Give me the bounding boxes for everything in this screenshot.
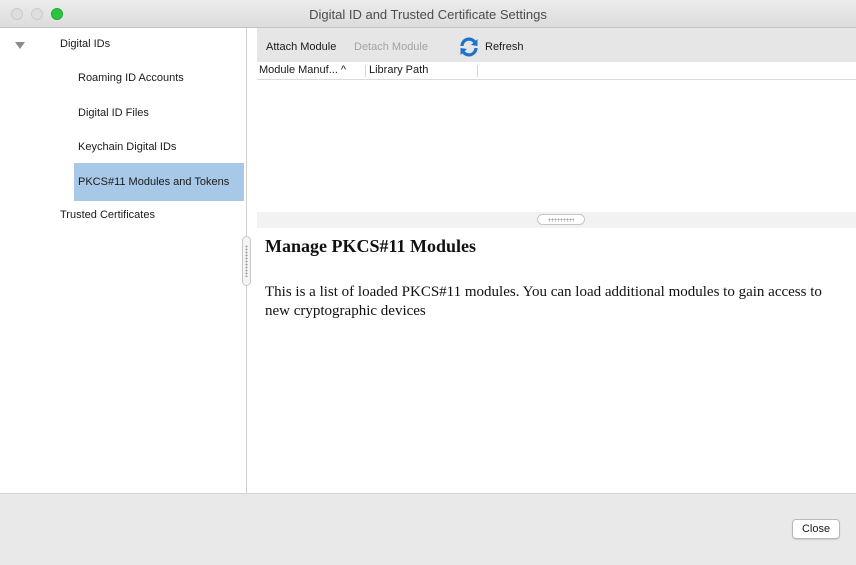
column-divider[interactable]	[477, 65, 478, 77]
disclosure-triangle-icon[interactable]	[15, 42, 25, 49]
split-bar	[257, 212, 856, 228]
sidebar-resize-handle[interactable]	[242, 236, 251, 286]
sidebar: Digital IDs Roaming ID Accounts Digital …	[0, 28, 246, 493]
toolbar: Attach Module Detach Module Refresh	[257, 28, 856, 62]
split-resize-handle[interactable]	[537, 214, 585, 225]
close-button[interactable]: Close	[792, 519, 840, 539]
sidebar-item-roaming-id-accounts[interactable]: Roaming ID Accounts	[78, 72, 184, 84]
refresh-button[interactable]: Refresh	[485, 41, 524, 53]
column-divider[interactable]	[365, 65, 366, 77]
grip-dots-icon	[245, 245, 248, 277]
column-library-path[interactable]: Library Path	[369, 64, 428, 76]
detach-module-button[interactable]: Detach Module	[354, 41, 428, 53]
column-module-manufacturer[interactable]: Module Manuf... ^	[259, 64, 346, 76]
refresh-icon[interactable]	[459, 37, 479, 57]
window-title: Digital ID and Trusted Certificate Setti…	[309, 7, 547, 22]
settings-window: Digital ID and Trusted Certificate Setti…	[0, 0, 856, 565]
description-title: Manage PKCS#11 Modules	[265, 236, 477, 256]
grip-dots-icon	[548, 218, 574, 222]
attach-module-button[interactable]: Attach Module	[266, 41, 336, 53]
modules-list[interactable]	[257, 80, 856, 212]
table-header: Module Manuf... ^ Library Path	[257, 62, 856, 80]
sidebar-item-keychain-digital-ids[interactable]: Keychain Digital IDs	[78, 141, 176, 153]
footer-bar	[0, 493, 856, 565]
sidebar-item-pkcs11-modules[interactable]: PKCS#11 Modules and Tokens	[74, 163, 244, 201]
title-bar: Digital ID and Trusted Certificate Setti…	[0, 0, 856, 28]
sidebar-item-digital-id-files[interactable]: Digital ID Files	[78, 107, 149, 119]
description-body: This is a list of loaded PKCS#11 modules…	[265, 284, 822, 319]
sidebar-item-digital-ids[interactable]: Digital IDs	[60, 38, 110, 50]
sidebar-item-trusted-certificates[interactable]: Trusted Certificates	[60, 209, 155, 221]
